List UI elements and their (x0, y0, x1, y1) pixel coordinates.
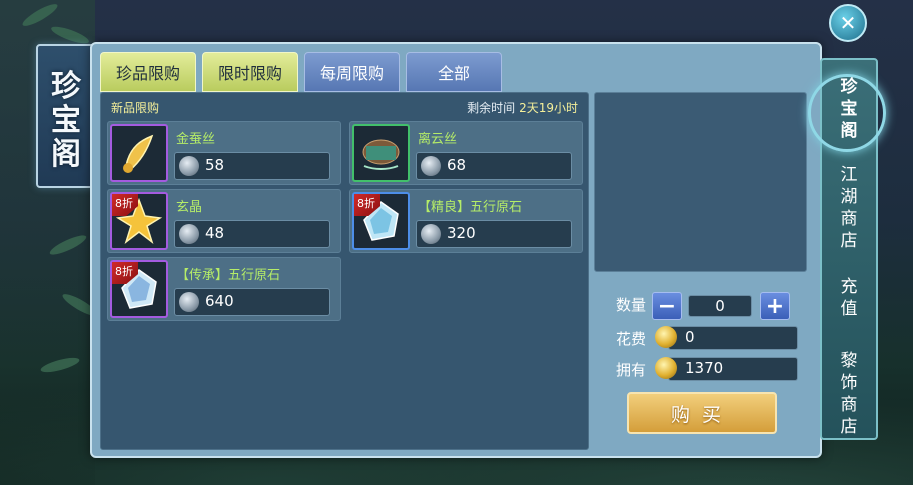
title-char: 宝 (51, 103, 81, 138)
close-icon: ✕ (839, 11, 857, 35)
item-price-box: 58 (174, 152, 330, 180)
tab-label: 限时限购 (217, 64, 282, 83)
shop-item[interactable]: 8折 【传承】五行原石 640 (107, 257, 341, 321)
nav-char: 值 (840, 299, 858, 319)
nav-item-accessory-shop[interactable]: 黎 饰 商 店 (822, 350, 876, 438)
silver-coin-icon (421, 156, 441, 176)
purple-gem-icon: 8折 (110, 260, 168, 318)
nav-char: 宝 (840, 99, 858, 119)
list-section-title: 新品限购 (111, 101, 160, 115)
buy-button[interactable]: 购买 (627, 392, 777, 434)
close-button[interactable]: ✕ (829, 4, 867, 42)
item-name: 【传承】五行原石 (176, 268, 281, 283)
shop-item[interactable]: 金蚕丝 58 (107, 121, 341, 185)
item-price: 640 (205, 292, 234, 310)
nav-char: 黎 (840, 351, 858, 371)
item-price-box: 48 (174, 220, 330, 248)
golden-silk-icon (110, 124, 168, 182)
item-price: 320 (447, 224, 476, 242)
quantity-decrease-button[interactable]: − (652, 292, 682, 320)
item-price-box: 640 (174, 288, 330, 316)
title-char: 阁 (51, 137, 81, 172)
item-price: 48 (205, 224, 225, 242)
owned-value: 1370 (685, 359, 724, 377)
nav-char: 江 (840, 165, 858, 185)
silver-coin-icon (179, 292, 199, 312)
remaining-time-value: 2天19小时 (519, 101, 578, 115)
item-price-box: 68 (416, 152, 572, 180)
nav-char: 珍 (840, 77, 858, 97)
quantity-label: 数量 (616, 296, 647, 314)
blue-gem-icon: 8折 (352, 192, 410, 250)
item-preview-area (594, 92, 807, 272)
tab-label: 珍品限购 (115, 64, 180, 83)
tab-label: 每周限购 (319, 64, 384, 83)
title-char: 珍 (51, 69, 81, 104)
silver-coin-icon (421, 224, 441, 244)
gold-ingot-icon (655, 326, 677, 348)
cloud-silk-spool-icon (352, 124, 410, 182)
side-navigation: 珍 宝 阁 江 湖 商 店 充 值 黎 饰 商 店 (808, 58, 886, 440)
gold-crystal-star-icon: 8折 (110, 192, 168, 250)
cost-label: 花费 (616, 330, 647, 348)
buy-label: 购买 (670, 403, 733, 426)
shop-item[interactable]: 8折 【精良】五行原石 320 (349, 189, 583, 253)
item-list: 新品限购 剩余时间 2天19小时 金蚕丝 58 离云丝 68 8折 玄晶 48 … (100, 92, 589, 450)
nav-char: 商 (840, 209, 858, 229)
nav-char: 商 (840, 395, 858, 415)
nav-char: 充 (840, 277, 858, 297)
cost-field: 0 (655, 326, 798, 350)
shop-title-banner: 珍 宝 阁 (36, 44, 96, 188)
owned-field: 1370 (655, 357, 798, 381)
item-price: 68 (447, 156, 467, 174)
tab-bar: 珍品限购 限时限购 每周限购 全部 (100, 52, 502, 92)
nav-char: 阁 (840, 121, 858, 141)
remaining-time: 剩余时间 2天19小时 (467, 99, 578, 116)
cost-value: 0 (685, 328, 695, 346)
item-name: 金蚕丝 (176, 132, 216, 147)
tab-time-limited[interactable]: 限时限购 (202, 52, 298, 92)
item-name: 玄晶 (176, 200, 203, 215)
plus-icon: + (765, 293, 785, 319)
quantity-increase-button[interactable]: + (760, 292, 790, 320)
tab-weekly-limited[interactable]: 每周限购 (304, 52, 400, 92)
nav-char: 饰 (840, 373, 858, 393)
tab-all[interactable]: 全部 (406, 52, 502, 92)
shop-item[interactable]: 8折 玄晶 48 (107, 189, 341, 253)
item-price: 58 (205, 156, 225, 174)
nav-item-jianghu-shop[interactable]: 江 湖 商 店 (822, 164, 876, 252)
silver-coin-icon (179, 224, 199, 244)
nav-item-treasure-pavilion[interactable]: 珍 宝 阁 (822, 76, 876, 142)
item-name: 【精良】五行原石 (418, 200, 523, 215)
remaining-time-label: 剩余时间 (467, 101, 516, 115)
owned-label: 拥有 (616, 361, 647, 379)
nav-char: 店 (840, 417, 858, 437)
item-price-box: 320 (416, 220, 572, 248)
tab-rare-limited[interactable]: 珍品限购 (100, 52, 196, 92)
gold-ingot-icon (655, 357, 677, 379)
nav-item-recharge[interactable]: 充 值 (822, 276, 876, 320)
tab-label: 全部 (437, 64, 470, 83)
item-name: 离云丝 (418, 132, 458, 147)
list-header: 新品限购 剩余时间 2天19小时 (111, 99, 578, 119)
nav-char: 湖 (840, 187, 858, 207)
quantity-field[interactable]: 0 (688, 295, 752, 317)
shop-panel: 珍品限购 限时限购 每周限购 全部 新品限购 剩余时间 2天19小时 金蚕丝 58 (90, 42, 822, 458)
nav-char: 店 (840, 231, 858, 251)
silver-coin-icon (179, 156, 199, 176)
minus-icon: − (657, 293, 677, 319)
shop-item[interactable]: 离云丝 68 (349, 121, 583, 185)
